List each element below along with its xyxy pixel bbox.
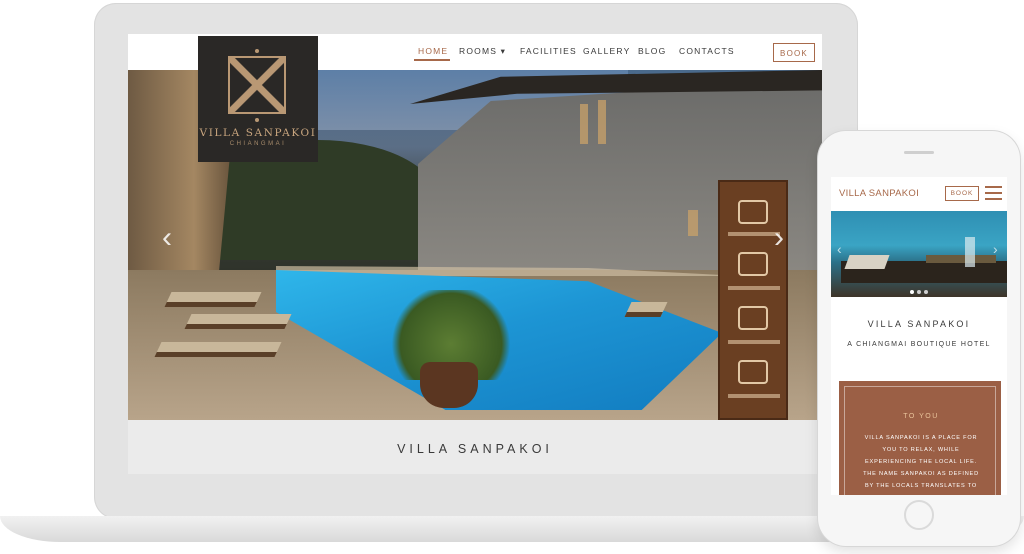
- sign-text-bar: [728, 286, 780, 290]
- hamburger-menu-icon[interactable]: [985, 186, 1002, 200]
- nav-gallery[interactable]: GALLERY: [583, 46, 630, 56]
- logo-emblem-icon: [228, 56, 286, 114]
- phone-home-button[interactable]: [904, 500, 934, 530]
- hero-sunbed: [154, 342, 282, 357]
- mobile-website: VILLA SANPAKOI BOOK ‹ › VILLA SANPAKOI A…: [831, 177, 1007, 495]
- mobile-slider-dot-3[interactable]: [924, 290, 928, 294]
- hero-pool-sign: [718, 180, 788, 420]
- phone-speaker: [904, 151, 934, 154]
- hero-caption: VILLA SANPAKOI: [397, 442, 553, 456]
- nav-rooms[interactable]: ROOMS ▾: [459, 46, 506, 57]
- swim-icon: [738, 200, 768, 224]
- mobile-header: VILLA SANPAKOI BOOK: [831, 177, 1007, 211]
- hero-window: [688, 210, 698, 236]
- hero-sunbed: [624, 302, 668, 317]
- mobile-slider-prev-arrow[interactable]: ‹: [837, 241, 842, 257]
- mobile-tagline: A CHIANGMAI BOUTIQUE HOTEL: [847, 341, 991, 348]
- slider-next-arrow[interactable]: ›: [774, 223, 784, 253]
- sign-text-bar: [728, 232, 780, 236]
- mobile-intro-line: VILLA SANPAKOI IS A PLACE FOR: [864, 435, 978, 441]
- logo-ornament: [255, 118, 259, 122]
- hero-plant-pot: [420, 362, 478, 408]
- book-button[interactable]: BOOK: [773, 43, 815, 62]
- no-diving-icon: [738, 306, 768, 330]
- mobile-logo[interactable]: VILLA SANPAKOI: [839, 188, 919, 199]
- sign-text-bar: [728, 394, 780, 398]
- hero-caption-bar: VILLA SANPAKOI: [128, 420, 822, 474]
- mobile-intro-title: TO YOU: [903, 413, 939, 420]
- mobile-intro-line: BY THE LOCALS TRANSLATES TO: [864, 483, 978, 489]
- desktop-website: HOME ROOMS ▾ FACILITIES GALLERY BLOG CON…: [128, 34, 822, 474]
- mobile-intro-line: EXPERIENCING THE LOCAL LIFE.: [865, 459, 977, 465]
- mobile-intro-line: THE NAME SANPAKOI AS DEFINED: [863, 471, 979, 477]
- mobile-intro-line: YOU TO RELAX, WHILE: [882, 447, 960, 453]
- mobile-slider-dot-2[interactable]: [917, 290, 921, 294]
- sign-text-bar: [728, 340, 780, 344]
- hero-sunbed: [184, 314, 292, 329]
- nav-blog[interactable]: BLOG: [638, 46, 666, 56]
- mobile-slider-next-arrow[interactable]: ›: [993, 241, 998, 257]
- phone-frame: VILLA SANPAKOI BOOK ‹ › VILLA SANPAKOI A…: [818, 131, 1020, 546]
- slider-prev-arrow[interactable]: ‹: [162, 223, 172, 253]
- logo-name: VILLA SANPAKOI: [199, 127, 317, 139]
- mobile-book-button[interactable]: BOOK: [945, 186, 979, 201]
- hero-window: [580, 104, 588, 144]
- hero-window: [598, 100, 606, 144]
- logo-ornament: [255, 49, 259, 53]
- mobile-slider-dot-1[interactable]: [910, 290, 914, 294]
- family-icon: [738, 252, 768, 276]
- mobile-hero-bottle: [965, 237, 975, 267]
- mobile-hero-book: [844, 255, 890, 269]
- mobile-intro-card: TO YOU VILLA SANPAKOI IS A PLACE FOR YOU…: [839, 381, 1001, 495]
- mobile-hero-tray: [926, 255, 996, 263]
- mobile-intro-card-border: TO YOU VILLA SANPAKOI IS A PLACE FOR YOU…: [844, 386, 996, 495]
- no-glass-icon: [738, 360, 768, 384]
- nav-contacts[interactable]: CONTACTS: [679, 46, 735, 56]
- hero-sunbed: [164, 292, 262, 307]
- mobile-hero-slider: ‹ ›: [831, 211, 1007, 297]
- nav-facilities[interactable]: FACILITIES: [520, 46, 577, 56]
- nav-home[interactable]: HOME: [418, 46, 448, 56]
- logo-subtitle: CHIANGMAI: [229, 141, 287, 147]
- site-logo[interactable]: VILLA SANPAKOI CHIANGMAI: [198, 36, 318, 162]
- mobile-hotel-name: VILLA SANPAKOI: [867, 319, 971, 329]
- nav-active-underline: [414, 59, 450, 61]
